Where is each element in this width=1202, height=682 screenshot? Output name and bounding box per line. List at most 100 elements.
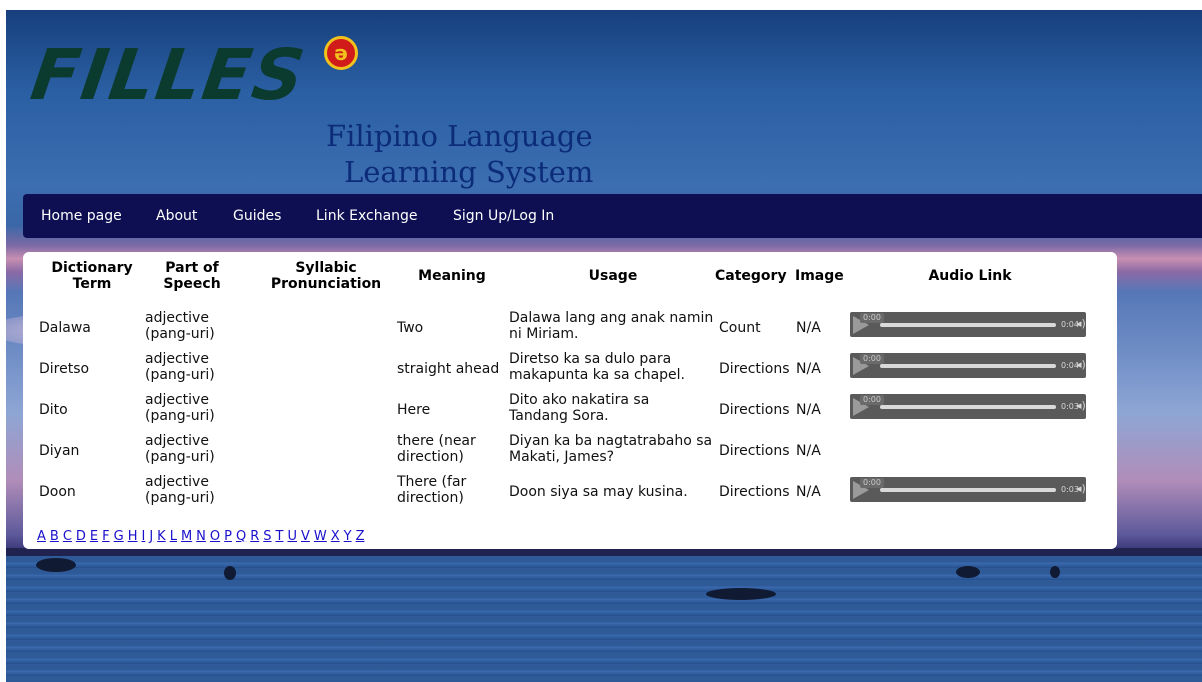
- swimmer-silhouette: [706, 588, 776, 600]
- cell-category: Count: [719, 320, 761, 336]
- swimmer-silhouette: [956, 566, 980, 578]
- audio-player[interactable]: 0:00 0:03 ◂): [850, 394, 1086, 419]
- audio-progress-track[interactable]: [880, 323, 1056, 327]
- sea-water: [6, 556, 1202, 682]
- letter-link-c[interactable]: C: [63, 529, 72, 544]
- letter-link-t[interactable]: T: [276, 529, 284, 544]
- nav-sign-up-log-in[interactable]: Sign Up/Log In: [453, 208, 554, 224]
- audio-current-time: 0:00: [860, 395, 884, 405]
- dictionary-panel: Dictionary Term Part of Speech Syllabic …: [23, 252, 1117, 549]
- letter-link-b[interactable]: B: [50, 529, 59, 544]
- letter-link-a[interactable]: A: [37, 529, 46, 544]
- letter-link-w[interactable]: W: [314, 529, 327, 544]
- cell-category: Directions: [719, 443, 790, 459]
- header-meaning: Meaning: [418, 268, 486, 284]
- swimmer-silhouette: [224, 566, 236, 580]
- cell-line: (pang-uri): [145, 490, 215, 506]
- cell-line: adjective: [145, 351, 209, 367]
- volume-icon[interactable]: ◂): [1076, 400, 1086, 412]
- cell-line: adjective: [145, 474, 209, 490]
- audio-progress-track[interactable]: [880, 488, 1056, 492]
- audio-current-time: 0:00: [860, 313, 884, 323]
- cell-category: Directions: [719, 484, 790, 500]
- cell-part-of-speech: adjective (pang-uri): [145, 351, 215, 383]
- letter-link-y[interactable]: Y: [344, 529, 352, 544]
- cell-line: ni Miriam.: [509, 326, 579, 342]
- header-text: Part of: [165, 260, 219, 276]
- cell-term: Dito: [39, 402, 68, 418]
- letter-link-n[interactable]: N: [196, 529, 206, 544]
- volume-icon[interactable]: ◂): [1076, 318, 1086, 330]
- cell-image: N/A: [796, 361, 821, 377]
- volume-icon[interactable]: ◂): [1076, 359, 1086, 371]
- cell-line: (pang-uri): [145, 449, 215, 465]
- main-navigation: Home page About Guides Link Exchange Sig…: [23, 194, 1202, 238]
- cell-usage: Diyan ka ba nagtatrabaho sa Makati, Jame…: [509, 433, 712, 465]
- cell-line: adjective: [145, 392, 209, 408]
- letter-link-d[interactable]: D: [76, 529, 86, 544]
- cell-image: N/A: [796, 402, 821, 418]
- letter-link-m[interactable]: M: [181, 529, 192, 544]
- header-text: Speech: [163, 276, 221, 292]
- letter-link-r[interactable]: R: [250, 529, 259, 544]
- letter-link-i[interactable]: I: [141, 529, 145, 544]
- cell-line: adjective: [145, 433, 209, 449]
- letter-link-s[interactable]: S: [263, 529, 271, 544]
- page-background: FILLES ə Filipino Language Learning Syst…: [6, 10, 1202, 682]
- audio-progress-track[interactable]: [880, 364, 1056, 368]
- cell-line: (pang-uri): [145, 367, 215, 383]
- letter-link-q[interactable]: Q: [236, 529, 246, 544]
- audio-player[interactable]: 0:00 0:03 ◂): [850, 477, 1086, 502]
- nav-home-page[interactable]: Home page: [41, 208, 122, 224]
- letter-link-o[interactable]: O: [210, 529, 220, 544]
- audio-player[interactable]: 0:00 0:04 ◂): [850, 312, 1086, 337]
- cell-meaning: There (far direction): [397, 474, 466, 506]
- cell-part-of-speech: adjective (pang-uri): [145, 433, 215, 465]
- header-dictionary-term: Dictionary Term: [37, 260, 147, 292]
- site-subtitle-line1: Filipino Language: [326, 119, 593, 153]
- cell-term: Diretso: [39, 361, 90, 377]
- letter-link-k[interactable]: K: [157, 529, 166, 544]
- letter-link-f[interactable]: F: [102, 529, 109, 544]
- swimmer-silhouette: [36, 558, 76, 572]
- letter-link-p[interactable]: P: [224, 529, 232, 544]
- site-subtitle-line2: Learning System: [344, 155, 594, 189]
- cell-line: Diyan ka ba nagtatrabaho sa: [509, 433, 713, 449]
- header-usage: Usage: [588, 268, 638, 284]
- letter-link-e[interactable]: E: [90, 529, 98, 544]
- header-syllabic-pronunciation: Syllabic Pronunciation: [261, 260, 391, 292]
- cell-usage: Diretso ka sa dulo para makapunta ka sa …: [509, 351, 685, 383]
- cell-line: Dito ako nakatira sa: [509, 392, 650, 408]
- letter-link-u[interactable]: U: [287, 529, 297, 544]
- cell-line: direction): [397, 449, 464, 465]
- letter-link-l[interactable]: L: [170, 529, 177, 544]
- letter-link-z[interactable]: Z: [356, 529, 365, 544]
- audio-progress-track[interactable]: [880, 405, 1056, 409]
- cell-line: there (near: [397, 433, 476, 449]
- nav-about[interactable]: About: [156, 208, 197, 224]
- cell-term: Diyan: [39, 443, 80, 459]
- audio-player[interactable]: 0:00 0:04 ◂): [850, 353, 1086, 378]
- letter-link-x[interactable]: X: [331, 529, 340, 544]
- nav-link-exchange[interactable]: Link Exchange: [316, 208, 418, 224]
- cell-part-of-speech: adjective (pang-uri): [145, 310, 215, 342]
- letter-link-v[interactable]: V: [301, 529, 310, 544]
- letter-link-g[interactable]: G: [114, 529, 124, 544]
- cell-line: Dalawa lang ang anak namin: [509, 310, 714, 326]
- cell-meaning: Here: [397, 402, 431, 418]
- logo-badge-icon: ə: [324, 36, 358, 70]
- letter-link-j[interactable]: J: [149, 529, 153, 544]
- header-part-of-speech: Part of Speech: [137, 260, 247, 292]
- nav-guides[interactable]: Guides: [233, 208, 281, 224]
- letter-link-h[interactable]: H: [128, 529, 138, 544]
- cell-line: makapunta ka sa chapel.: [509, 367, 686, 383]
- cell-image: N/A: [796, 320, 821, 336]
- cell-line: adjective: [145, 310, 209, 326]
- cell-line: There (far: [397, 474, 467, 490]
- audio-current-time: 0:00: [860, 354, 884, 364]
- volume-icon[interactable]: ◂): [1076, 483, 1086, 495]
- site-logo[interactable]: FILLES: [26, 34, 311, 116]
- cell-category: Directions: [719, 402, 790, 418]
- cell-line: direction): [397, 490, 464, 506]
- swimmer-silhouette: [1050, 566, 1060, 578]
